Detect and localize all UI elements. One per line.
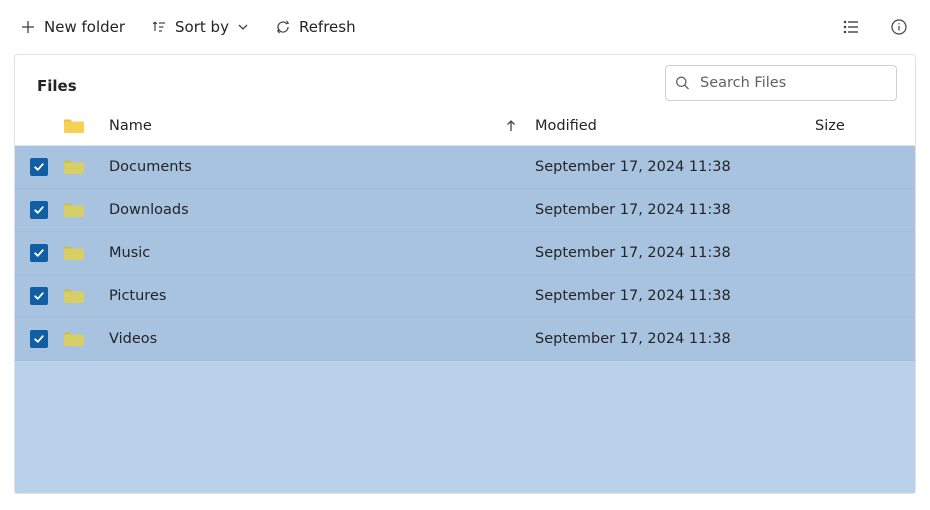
new-folder-label: New folder xyxy=(44,18,125,36)
table-row[interactable]: Downloads September 17, 2024 11:38 xyxy=(15,189,915,232)
table-row[interactable]: Pictures September 17, 2024 11:38 xyxy=(15,275,915,318)
row-icon-cell xyxy=(63,244,107,262)
column-name-label: Name xyxy=(107,118,152,134)
column-modified-label: Modified xyxy=(535,118,597,134)
column-size-label: Size xyxy=(815,118,845,134)
column-modified-header[interactable]: Modified xyxy=(535,118,815,134)
row-modified: September 17, 2024 11:38 xyxy=(535,288,815,304)
row-checkbox-cell xyxy=(15,201,63,219)
panel-header: Files xyxy=(15,55,915,107)
column-size-header[interactable]: Size xyxy=(815,118,915,134)
folder-icon xyxy=(63,201,85,219)
row-modified: September 17, 2024 11:38 xyxy=(535,245,815,261)
sort-by-button[interactable]: Sort by xyxy=(149,14,251,40)
table-row[interactable]: Videos September 17, 2024 11:38 xyxy=(15,318,915,361)
row-name: Pictures xyxy=(107,288,535,304)
table-row[interactable]: Documents September 17, 2024 11:38 xyxy=(15,146,915,189)
view-list-button[interactable] xyxy=(838,14,864,40)
row-name: Documents xyxy=(107,159,535,175)
info-icon xyxy=(890,18,908,36)
refresh-label: Refresh xyxy=(299,18,356,36)
search-input[interactable] xyxy=(665,65,897,101)
folder-icon xyxy=(63,244,85,262)
row-modified: September 17, 2024 11:38 xyxy=(535,331,815,347)
sort-icon xyxy=(151,19,167,35)
row-name: Videos xyxy=(107,331,535,347)
row-checkbox[interactable] xyxy=(30,158,48,176)
file-rows-region[interactable]: Documents September 17, 2024 11:38 Downl… xyxy=(15,146,915,493)
info-button[interactable] xyxy=(886,14,912,40)
row-checkbox[interactable] xyxy=(30,201,48,219)
sort-asc-icon xyxy=(505,119,517,133)
row-name: Music xyxy=(107,245,535,261)
folder-icon xyxy=(63,287,85,305)
new-folder-button[interactable]: New folder xyxy=(18,14,127,40)
column-name-header[interactable]: Name xyxy=(107,118,535,134)
row-modified: September 17, 2024 11:38 xyxy=(535,202,815,218)
files-panel: Files Name xyxy=(14,54,916,494)
chevron-down-icon xyxy=(237,21,249,33)
row-icon-cell xyxy=(63,201,107,219)
refresh-button[interactable]: Refresh xyxy=(273,14,358,40)
row-name: Downloads xyxy=(107,202,535,218)
row-checkbox-cell xyxy=(15,158,63,176)
toolbar: New folder Sort by xyxy=(0,0,930,54)
row-icon-cell xyxy=(63,158,107,176)
row-checkbox[interactable] xyxy=(30,330,48,348)
row-checkbox-cell xyxy=(15,287,63,305)
folder-icon xyxy=(63,158,85,176)
table-row[interactable]: Music September 17, 2024 11:38 xyxy=(15,232,915,275)
columns-header: Name Modified Size xyxy=(15,107,915,146)
sort-by-label: Sort by xyxy=(175,18,229,36)
folder-icon xyxy=(63,117,85,135)
search-wrap xyxy=(665,65,897,101)
row-modified: September 17, 2024 11:38 xyxy=(535,159,815,175)
row-checkbox[interactable] xyxy=(30,244,48,262)
plus-icon xyxy=(20,19,36,35)
folder-icon xyxy=(63,330,85,348)
row-checkbox-cell xyxy=(15,244,63,262)
col-icon-header xyxy=(63,117,107,135)
row-checkbox-cell xyxy=(15,330,63,348)
panel-title: Files xyxy=(37,71,77,95)
refresh-icon xyxy=(275,19,291,35)
row-icon-cell xyxy=(63,330,107,348)
row-icon-cell xyxy=(63,287,107,305)
row-checkbox[interactable] xyxy=(30,287,48,305)
list-icon xyxy=(842,18,860,36)
